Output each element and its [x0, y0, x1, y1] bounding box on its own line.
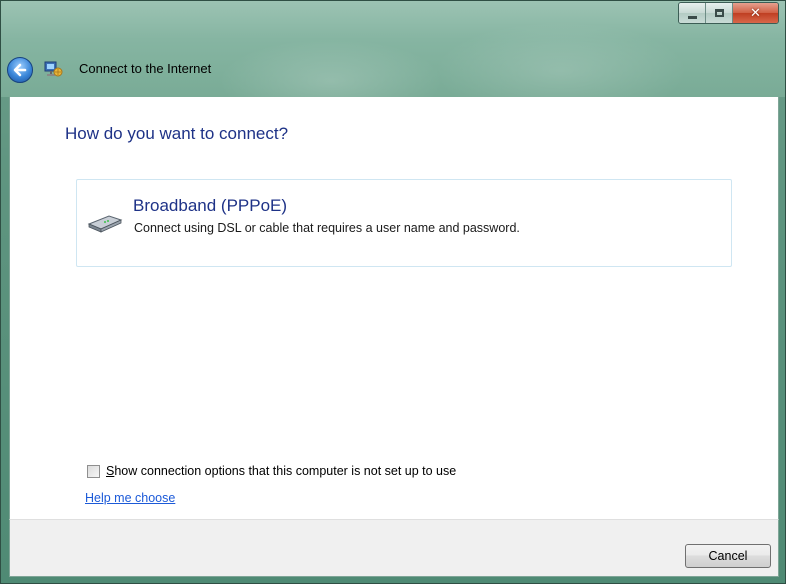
window-controls: ✕ — [678, 2, 779, 24]
back-button[interactable] — [7, 57, 33, 83]
close-button[interactable]: ✕ — [733, 3, 778, 23]
minimize-button[interactable] — [679, 3, 706, 23]
option-title: Broadband (PPPoE) — [133, 196, 288, 215]
page-heading: How do you want to connect? — [65, 124, 289, 143]
network-connection-icon — [44, 61, 63, 77]
help-me-choose-link[interactable]: Help me choose — [85, 491, 175, 505]
show-options-row: Show connection options that this comput… — [87, 464, 456, 478]
minimize-icon — [687, 15, 697, 19]
maximize-button[interactable] — [706, 3, 733, 23]
window-title: Connect to the Internet — [79, 61, 212, 76]
maximize-icon — [714, 9, 724, 17]
option-description: Connect using DSL or cable that requires… — [134, 221, 520, 235]
cancel-button[interactable]: Cancel — [685, 544, 771, 568]
close-icon: ✕ — [750, 5, 761, 21]
wizard-content: How do you want to connect? Broadband (P… — [9, 97, 779, 562]
show-options-checkbox[interactable] — [87, 464, 100, 478]
wizard-window: ✕ Connect to the Internet How do you wan… — [0, 0, 786, 584]
back-arrow-icon — [13, 63, 27, 77]
label-text: how connection options that this compute… — [114, 464, 457, 478]
title-bar: ✕ Connect to the Internet — [1, 1, 785, 97]
wizard-footer: Cancel — [9, 519, 779, 577]
broadband-modem-icon — [87, 215, 123, 233]
option-broadband-pppoe[interactable]: Broadband (PPPoE) Connect using DSL or c… — [76, 179, 732, 267]
show-options-label[interactable]: Show connection options that this comput… — [106, 464, 456, 478]
